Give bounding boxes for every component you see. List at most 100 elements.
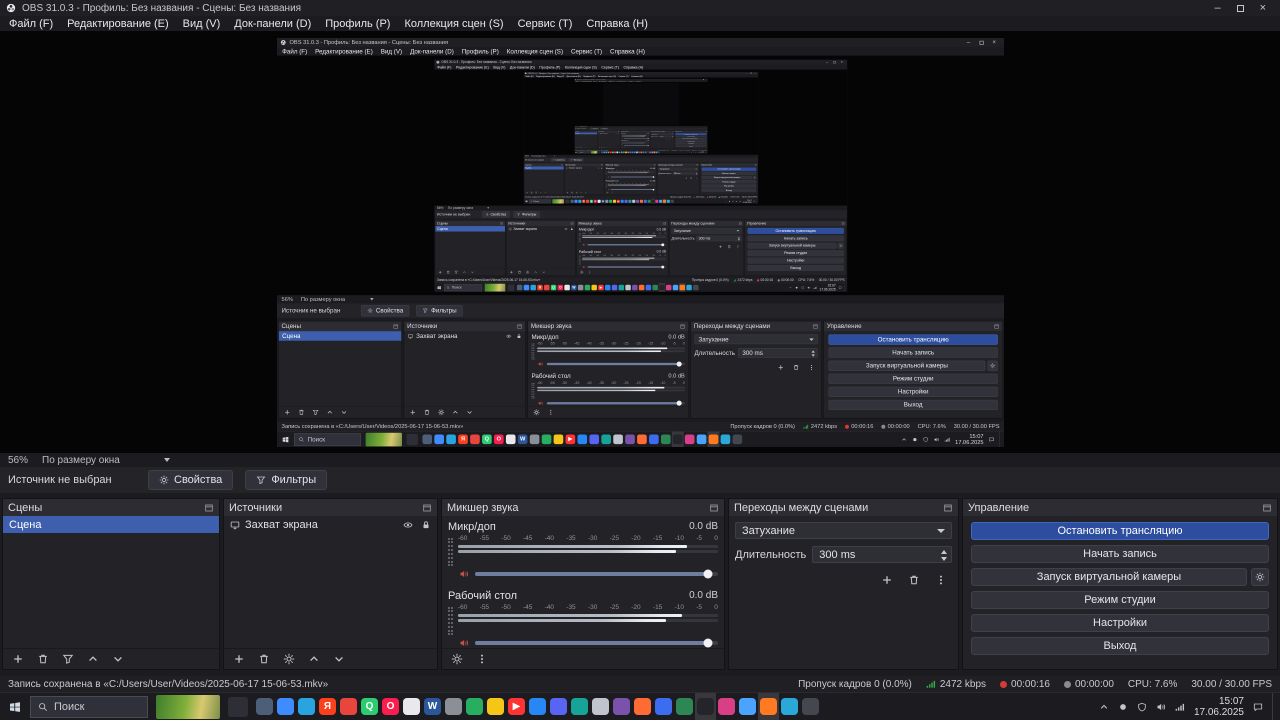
taskbar-app-icon[interactable]: ▶ (506, 693, 527, 720)
taskbar-app-icon[interactable] (695, 692, 716, 720)
drag-handle[interactable] (448, 607, 453, 635)
taskbar-app-icon[interactable] (296, 693, 317, 720)
maximize-button[interactable] (1236, 4, 1244, 12)
lock-icon[interactable] (421, 520, 431, 530)
taskbar-app-icon[interactable] (275, 693, 296, 720)
menu-docks[interactable]: Док-панели (D) (227, 18, 318, 30)
volume-icon[interactable] (1156, 702, 1166, 712)
scene-filters-button[interactable] (62, 653, 74, 665)
start-button[interactable] (0, 693, 30, 720)
start-recording-button[interactable]: Начать запись (971, 545, 1269, 563)
stop-streaming-button[interactable]: Остановить трансляцию (971, 522, 1269, 540)
action-center-icon[interactable] (1253, 702, 1263, 712)
menu-tools[interactable]: Сервис (T) (511, 18, 580, 30)
filters-button[interactable]: Фильтры (245, 470, 328, 490)
taskbar-app-icon[interactable] (590, 693, 611, 720)
visibility-eye-icon[interactable] (403, 520, 413, 530)
taskbar-app-icon[interactable] (611, 693, 632, 720)
security-shield-icon[interactable] (1137, 702, 1147, 712)
mute-speaker-icon[interactable] (459, 569, 469, 579)
add-source-button[interactable] (233, 653, 245, 665)
chevron-down-icon[interactable] (163, 458, 170, 462)
volume-slider-knob[interactable] (703, 569, 713, 579)
properties-button[interactable]: Свойства (148, 470, 234, 490)
source-properties-button[interactable] (283, 653, 295, 665)
spinner-arrows[interactable] (941, 550, 947, 561)
tray-chevron-up-icon[interactable] (1099, 702, 1109, 712)
taskbar-app-icon[interactable] (737, 693, 758, 720)
add-scene-button[interactable] (12, 653, 24, 665)
remove-scene-button[interactable] (37, 653, 49, 665)
studio-mode-button[interactable]: Режим студии (971, 591, 1269, 609)
menu-file[interactable]: Файл (F) (2, 18, 60, 30)
taskbar-app-icon[interactable]: O (380, 693, 401, 720)
taskbar-app-icon[interactable] (779, 693, 800, 720)
taskbar-app-icon[interactable] (548, 693, 569, 720)
taskbar-app-icon[interactable]: W (422, 693, 443, 720)
duration-spinner[interactable]: 300 ms (812, 546, 952, 563)
menu-help[interactable]: Справка (H) (579, 18, 654, 30)
taskbar-clock[interactable]: 15:07 17.06.2025 (1194, 696, 1244, 718)
taskbar-app-icon[interactable] (653, 693, 674, 720)
popout-icon[interactable] (204, 503, 214, 513)
remove-source-button[interactable] (258, 653, 270, 665)
taskbar-app-icon[interactable] (674, 693, 695, 720)
popout-icon[interactable] (709, 503, 719, 513)
minimize-button[interactable]: – (1214, 2, 1220, 14)
volume-slider-knob[interactable] (703, 638, 713, 648)
taskbar-app-icon[interactable] (254, 693, 275, 720)
menu-view[interactable]: Вид (V) (176, 18, 228, 30)
volume-slider[interactable] (475, 638, 718, 648)
taskbar-app-icon[interactable] (527, 693, 548, 720)
taskbar-app-icon[interactable] (569, 693, 590, 720)
settings-button[interactable]: Настройки (971, 614, 1269, 632)
mute-speaker-icon[interactable] (459, 638, 469, 648)
taskbar-app-icon[interactable] (464, 693, 485, 720)
network-icon[interactable] (1175, 702, 1185, 712)
taskbar-app-icon[interactable] (485, 693, 506, 720)
show-desktop-button[interactable] (1272, 692, 1276, 720)
tray-app-icon[interactable] (1118, 702, 1128, 712)
news-widget-image[interactable] (156, 694, 220, 719)
transition-select[interactable]: Затухание (735, 522, 952, 539)
move-scene-down-button[interactable] (112, 653, 124, 665)
move-source-up-button[interactable] (308, 653, 320, 665)
window-title: OBS 31.0.3 - Профиль: Без названия - Сце… (22, 2, 302, 14)
move-scene-up-button[interactable] (87, 653, 99, 665)
transition-menu-dots-icon[interactable] (935, 574, 947, 586)
taskbar-app-icon[interactable]: Я (317, 693, 338, 720)
move-source-down-button[interactable] (333, 653, 345, 665)
virtual-camera-button[interactable]: Запуск виртуальной камеры (971, 568, 1247, 586)
menu-edit[interactable]: Редактирование (E) (60, 18, 176, 30)
add-transition-button[interactable] (881, 574, 893, 586)
remove-transition-button[interactable] (908, 574, 920, 586)
volume-slider[interactable] (475, 569, 718, 579)
virtual-camera-config-button[interactable] (1251, 568, 1269, 586)
exit-button[interactable]: Выход (971, 637, 1269, 655)
taskbar-search[interactable]: Поиск (30, 695, 148, 718)
taskbar-app-icon[interactable] (401, 693, 422, 720)
mixer-settings-gear-icon[interactable] (451, 653, 463, 665)
taskbar-app-icon[interactable] (758, 692, 779, 720)
mixer-menu-dots-icon[interactable] (476, 653, 488, 665)
popout-icon[interactable] (943, 503, 953, 513)
zoom-mode[interactable]: По размеру окна (42, 455, 120, 466)
taskbar-app-icon[interactable] (338, 693, 359, 720)
taskbar-app-icon[interactable] (800, 693, 821, 720)
taskbar-app-icon[interactable] (632, 693, 653, 720)
taskbar-app-icon[interactable] (716, 693, 737, 720)
menu-scene-collection[interactable]: Коллекция сцен (S) (397, 18, 510, 30)
task-view-button[interactable] (228, 696, 248, 717)
popout-icon[interactable] (1262, 503, 1272, 513)
taskbar-app-icon[interactable]: Q (359, 693, 380, 720)
source-item-display-capture[interactable]: Захват экрана (224, 516, 437, 533)
bitrate-bars-icon (926, 679, 936, 689)
scene-item-selected[interactable]: Сцена (3, 516, 219, 533)
zoom-value[interactable]: 56% (8, 455, 28, 466)
drag-handle[interactable] (448, 538, 453, 566)
popout-icon[interactable] (422, 503, 432, 513)
menu-profile[interactable]: Профиль (P) (318, 18, 397, 30)
taskbar-app-icon[interactable] (443, 693, 464, 720)
close-button[interactable]: × (1260, 2, 1266, 14)
mixer-dock-header: Микшер звука (442, 499, 724, 516)
